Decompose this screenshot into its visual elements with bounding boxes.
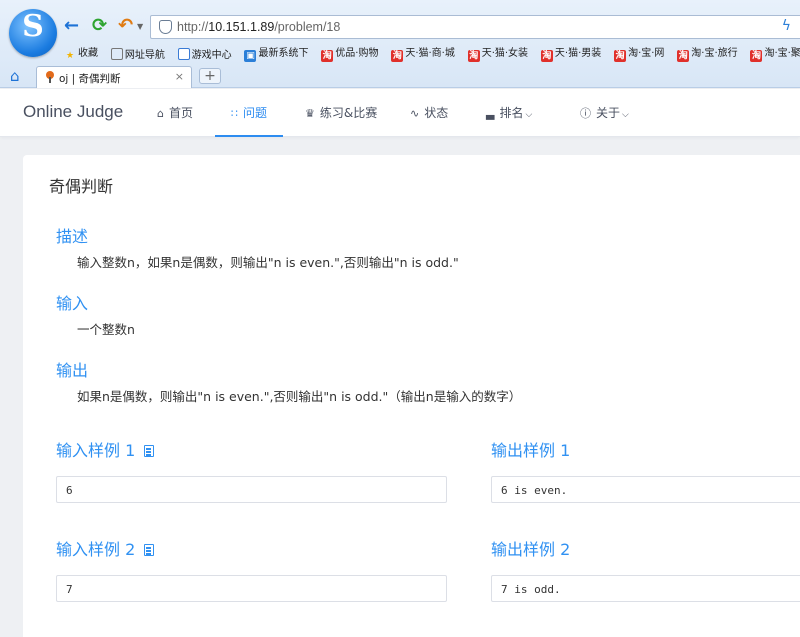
description-text: 输入整数n，如果n是偶数，则输出"n is even.",否则输出"n is o… <box>77 255 459 270</box>
bookmark-label: 天·猫·女装 <box>481 48 529 59</box>
sample-input-label: 输入样例 1 <box>56 441 136 460</box>
bookmark-label: 优品·购物 <box>335 48 379 59</box>
output-text: 如果n是偶数，则输出"n is even.",否则输出"n is odd."（输… <box>77 389 522 404</box>
document-icon <box>177 47 190 60</box>
undo-dropdown-icon[interactable]: ▼ <box>137 22 143 31</box>
sogou-browser-logo-icon[interactable] <box>9 9 57 57</box>
taobao-icon: 淘 <box>321 50 334 62</box>
bookmark-label: 最新系统下 <box>258 48 309 59</box>
taobao-icon: 淘 <box>391 50 404 62</box>
close-tab-icon[interactable]: × <box>175 70 184 83</box>
nav-label: 问题 <box>243 106 268 120</box>
nav-label: 排名 <box>499 106 524 120</box>
sample-output-heading-1: 输出样例 1 <box>491 441 571 460</box>
url-text[interactable]: http://10.151.1.89/problem/18 <box>177 20 340 34</box>
security-shield-icon <box>159 20 172 34</box>
nav-label: 状态 <box>424 106 449 120</box>
undo-icon[interactable]: ↶ <box>118 16 133 36</box>
brand-title[interactable]: Online Judge <box>23 102 123 122</box>
taobao-icon: 淘 <box>614 50 627 62</box>
bookmark-tmall-women[interactable]: 淘天·猫·女装 <box>467 44 529 62</box>
info-icon: ⓘ <box>580 107 591 120</box>
input-text: 一个整数n <box>77 322 135 337</box>
bookmark-label: 淘·宝·旅行 <box>691 48 738 59</box>
nav-item-home[interactable]: ⌂ 首页 <box>157 89 193 137</box>
pulse-icon: ∿ <box>410 107 420 120</box>
taobao-icon: 淘 <box>540 50 553 62</box>
url-path: /problem/18 <box>274 20 341 34</box>
trophy-icon: ♛ <box>305 107 315 120</box>
sample-output-heading-2: 输出样例 2 <box>491 540 571 559</box>
problem-card: 奇偶判断 描述 输入整数n，如果n是偶数，则输出"n is even.",否则输… <box>23 155 800 637</box>
tab-strip: ⌂ oj | 奇偶判断 × + <box>0 64 800 88</box>
sample-input-heading-2: 输入样例 2 <box>56 536 155 560</box>
bookmark-youpin[interactable]: 淘优品·购物 <box>321 44 379 62</box>
sample-output-box-1[interactable]: 6 is even. <box>491 476 800 503</box>
lightning-icon[interactable]: ϟ <box>782 18 791 34</box>
bookmark-label: 天·猫·商·城 <box>405 48 455 59</box>
bookmark-games[interactable]: 游戏中心 <box>177 46 232 61</box>
bar-chart-icon: ▃ <box>486 107 495 120</box>
clipboard-icon[interactable] <box>144 544 155 556</box>
bookmark-label: 天·猫·男装 <box>554 48 602 59</box>
home-icon: ⌂ <box>157 107 164 120</box>
clipboard-icon[interactable] <box>144 445 155 457</box>
system-icon: ▣ <box>244 50 257 62</box>
url-host: 10.151.1.89 <box>208 20 275 34</box>
browser-toolbar: ← ⟳ ↶ ▼ http://10.151.1.89/problem/18 ϟ … <box>0 0 800 88</box>
nav-item-rank[interactable]: ▃ 排名 ⌵ <box>486 89 532 137</box>
url-scheme: http:// <box>177 20 209 34</box>
input-heading: 输入 <box>56 294 89 313</box>
sample-output-box-2[interactable]: 7 is odd. <box>491 575 800 602</box>
sample-input-box-1[interactable]: 6 <box>56 476 447 503</box>
taobao-icon: 淘 <box>467 50 480 62</box>
taobao-icon: 淘 <box>677 50 690 62</box>
bookmark-juhuasuan[interactable]: 淘淘·宝·聚·划 <box>750 44 800 62</box>
back-arrow-icon[interactable]: ← <box>64 16 79 36</box>
bookmarks-bar: ★ 收藏 网址导航 游戏中心 ▣ 最新系统下 淘优品·购物 淘天·猫·商·城 淘天·… <box>64 44 800 62</box>
nav-item-problems[interactable]: ∷ 问题 <box>214 89 284 137</box>
browser-tab-active[interactable]: oj | 奇偶判断 × <box>36 66 192 88</box>
tab-title: oj | 奇偶判断 <box>59 73 121 85</box>
bookmark-favorites[interactable]: ★ 收藏 <box>64 44 98 62</box>
nav-label: 练习&比赛 <box>319 106 378 120</box>
bookmark-taobao[interactable]: 淘淘·宝·网 <box>614 44 664 62</box>
sample-input-heading-1: 输入样例 1 <box>56 437 155 461</box>
bookmark-label: 淘·宝·聚·划 <box>764 48 800 59</box>
grid-icon: ∷ <box>231 107 238 120</box>
description-heading: 描述 <box>56 227 89 246</box>
new-tab-button[interactable]: + <box>199 68 221 84</box>
bookmark-nav[interactable]: 网址导航 <box>110 46 165 61</box>
pin-icon <box>45 71 55 83</box>
sample-input-box-2[interactable]: 7 <box>56 575 447 602</box>
site-header: Online Judge ⌂ 首页 ∷ 问题 ♛ 练习&比赛 ∿ 状态 ▃ 排名 ⌵ ⓘ 关于… <box>0 89 800 137</box>
bookmark-label: 淘·宝·网 <box>628 48 665 59</box>
bookmark-label: 游戏中心 <box>191 49 232 61</box>
bookmark-system[interactable]: ▣ 最新系统下 <box>244 44 308 62</box>
bookmark-label: 收藏 <box>78 48 98 59</box>
globe-icon <box>110 47 123 60</box>
taobao-icon: 淘 <box>750 50 763 62</box>
nav-item-contests[interactable]: ♛ 练习&比赛 <box>305 89 377 137</box>
bookmark-tmall-men[interactable]: 淘天·猫·男装 <box>540 44 602 62</box>
problem-title: 奇偶判断 <box>49 177 114 196</box>
home-icon[interactable]: ⌂ <box>10 67 20 85</box>
nav-label: 关于 <box>596 106 621 120</box>
nav-item-about[interactable]: ⓘ 关于 ⌵ <box>580 89 629 137</box>
bookmark-tmall[interactable]: 淘天·猫·商·城 <box>391 44 455 62</box>
output-heading: 输出 <box>56 361 89 380</box>
star-icon: ★ <box>65 51 75 61</box>
chevron-down-icon: ⌵ <box>622 110 629 120</box>
address-bar[interactable]: http://10.151.1.89/problem/18 ϟ <box>150 15 800 39</box>
chevron-down-icon: ⌵ <box>525 110 533 120</box>
bookmark-label: 网址导航 <box>124 49 165 61</box>
bookmark-taobao-travel[interactable]: 淘淘·宝·旅行 <box>677 44 738 62</box>
nav-label: 首页 <box>168 106 193 120</box>
nav-item-status[interactable]: ∿ 状态 <box>410 89 448 137</box>
sample-input-label: 输入样例 2 <box>56 540 136 559</box>
refresh-icon[interactable]: ⟳ <box>92 16 107 36</box>
